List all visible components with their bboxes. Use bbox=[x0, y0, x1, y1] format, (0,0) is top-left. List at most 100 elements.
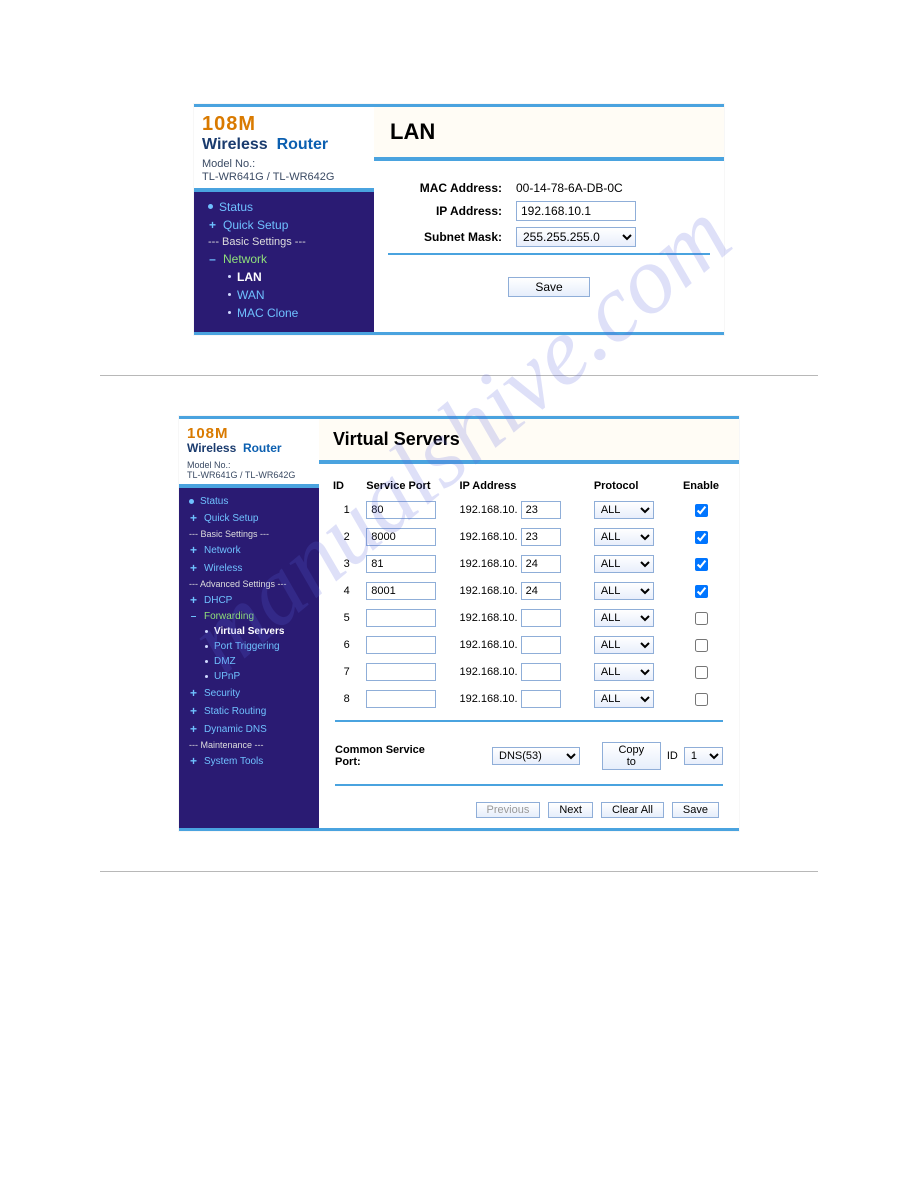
ip-input[interactable] bbox=[521, 663, 561, 681]
col-id: ID bbox=[331, 476, 362, 496]
screenshot-virtual-servers: 108M Wireless Router Model No.: TL-WR641… bbox=[179, 416, 739, 831]
protocol-select[interactable]: ALL bbox=[594, 690, 654, 708]
cell-id: 2 bbox=[331, 525, 362, 550]
sidebar-nav: Status +Quick Setup --- Basic Settings -… bbox=[179, 488, 319, 780]
csp-select[interactable]: DNS(53) bbox=[492, 747, 580, 765]
nav-section-basic: --- Basic Settings --- bbox=[189, 527, 313, 541]
plus-icon: + bbox=[189, 561, 198, 575]
table-row: 6 192.168.10. ALL bbox=[331, 633, 727, 658]
copy-to-button[interactable]: Copy to bbox=[602, 742, 661, 770]
port-input[interactable] bbox=[366, 555, 436, 573]
mac-label: MAC Address: bbox=[382, 181, 516, 195]
minus-icon: – bbox=[208, 252, 217, 266]
bullet-icon bbox=[205, 630, 208, 633]
enable-checkbox[interactable] bbox=[695, 666, 708, 679]
divider bbox=[335, 784, 723, 786]
table-row: 1192.168.10. ALL bbox=[331, 498, 727, 523]
enable-checkbox[interactable] bbox=[695, 612, 708, 625]
model-value: TL-WR641G / TL-WR642G bbox=[202, 171, 366, 184]
ip-input[interactable] bbox=[521, 582, 561, 600]
port-input[interactable] bbox=[366, 636, 436, 654]
protocol-select[interactable]: ALL bbox=[594, 582, 654, 600]
table-row: 2192.168.10. ALL bbox=[331, 525, 727, 550]
port-input[interactable] bbox=[366, 690, 436, 708]
port-input[interactable] bbox=[366, 582, 436, 600]
table-row: 8 192.168.10. ALL bbox=[331, 687, 727, 712]
protocol-select[interactable]: ALL bbox=[594, 636, 654, 654]
enable-checkbox[interactable] bbox=[695, 504, 708, 517]
nav-quick-setup[interactable]: +Quick Setup bbox=[189, 509, 313, 527]
doc-divider bbox=[100, 871, 818, 872]
enable-checkbox[interactable] bbox=[695, 693, 708, 706]
port-input[interactable] bbox=[366, 663, 436, 681]
nav-wireless[interactable]: +Wireless bbox=[189, 559, 313, 577]
nav-dhcp[interactable]: +DHCP bbox=[189, 591, 313, 609]
brand-line2: Wireless Router bbox=[187, 442, 311, 456]
port-input[interactable] bbox=[366, 501, 436, 519]
bullet-icon bbox=[205, 675, 208, 678]
ip-input[interactable] bbox=[521, 501, 561, 519]
protocol-select[interactable]: ALL bbox=[594, 663, 654, 681]
enable-checkbox[interactable] bbox=[695, 585, 708, 598]
ip-input[interactable] bbox=[521, 528, 561, 546]
id-select[interactable]: 1 bbox=[684, 747, 723, 765]
nav-security[interactable]: +Security bbox=[189, 684, 313, 702]
device-header: 108M Wireless Router Model No.: TL-WR641… bbox=[179, 419, 319, 489]
nav-system-tools[interactable]: +System Tools bbox=[189, 752, 313, 770]
nav-dmz[interactable]: DMZ bbox=[205, 654, 313, 669]
nav-port-triggering[interactable]: Port Triggering bbox=[205, 639, 313, 654]
clear-all-button[interactable]: Clear All bbox=[601, 802, 664, 818]
table-row: 4192.168.10. ALL bbox=[331, 579, 727, 604]
ip-prefix: 192.168.10. bbox=[459, 504, 517, 516]
brand-line2: Wireless Router bbox=[202, 136, 366, 154]
ip-prefix: 192.168.10. bbox=[459, 639, 517, 651]
model-label: Model No.: bbox=[202, 158, 366, 171]
nav-forwarding[interactable]: –Forwarding bbox=[189, 609, 313, 624]
bullet-icon bbox=[208, 204, 213, 209]
subnet-select[interactable]: 255.255.255.0 bbox=[516, 227, 636, 247]
ip-input[interactable] bbox=[521, 690, 561, 708]
protocol-select[interactable]: ALL bbox=[594, 501, 654, 519]
enable-checkbox[interactable] bbox=[695, 531, 708, 544]
doc-divider bbox=[100, 375, 818, 376]
nav-virtual-servers[interactable]: Virtual Servers bbox=[205, 624, 313, 639]
port-input[interactable] bbox=[366, 528, 436, 546]
ip-prefix: 192.168.10. bbox=[459, 612, 517, 624]
bullet-icon bbox=[205, 660, 208, 663]
protocol-select[interactable]: ALL bbox=[594, 555, 654, 573]
nav-static-routing[interactable]: +Static Routing bbox=[189, 702, 313, 720]
protocol-select[interactable]: ALL bbox=[594, 528, 654, 546]
ip-input[interactable] bbox=[521, 555, 561, 573]
nav-mac-clone[interactable]: MAC Clone bbox=[228, 304, 366, 322]
cell-id: 4 bbox=[331, 579, 362, 604]
nav-upnp[interactable]: UPnP bbox=[205, 669, 313, 684]
save-button[interactable]: Save bbox=[672, 802, 719, 818]
nav-quick-setup[interactable]: +Quick Setup bbox=[208, 216, 366, 234]
port-input[interactable] bbox=[366, 609, 436, 627]
enable-checkbox[interactable] bbox=[695, 639, 708, 652]
enable-checkbox[interactable] bbox=[695, 558, 708, 571]
nav-status[interactable]: Status bbox=[189, 494, 313, 509]
save-button[interactable]: Save bbox=[508, 277, 589, 297]
cell-id: 8 bbox=[331, 687, 362, 712]
cell-id: 5 bbox=[331, 606, 362, 631]
ip-prefix: 192.168.10. bbox=[459, 666, 517, 678]
cell-id: 6 bbox=[331, 633, 362, 658]
protocol-select[interactable]: ALL bbox=[594, 609, 654, 627]
ip-prefix: 192.168.10. bbox=[459, 558, 517, 570]
next-button[interactable]: Next bbox=[548, 802, 593, 818]
ip-prefix: 192.168.10. bbox=[459, 693, 517, 705]
ip-input[interactable] bbox=[516, 201, 636, 221]
previous-button: Previous bbox=[476, 802, 541, 818]
ip-input[interactable] bbox=[521, 609, 561, 627]
ip-input[interactable] bbox=[521, 636, 561, 654]
nav-network[interactable]: –Network bbox=[208, 250, 366, 268]
nav-status[interactable]: Status bbox=[208, 198, 366, 216]
nav-network[interactable]: +Network bbox=[189, 541, 313, 559]
plus-icon: + bbox=[189, 754, 198, 768]
nav-lan[interactable]: LAN bbox=[228, 268, 366, 286]
col-enable: Enable bbox=[675, 476, 727, 496]
nav-dynamic-dns[interactable]: +Dynamic DNS bbox=[189, 720, 313, 738]
nav-wan[interactable]: WAN bbox=[228, 286, 366, 304]
sidebar-nav: Status +Quick Setup --- Basic Settings -… bbox=[194, 192, 374, 332]
